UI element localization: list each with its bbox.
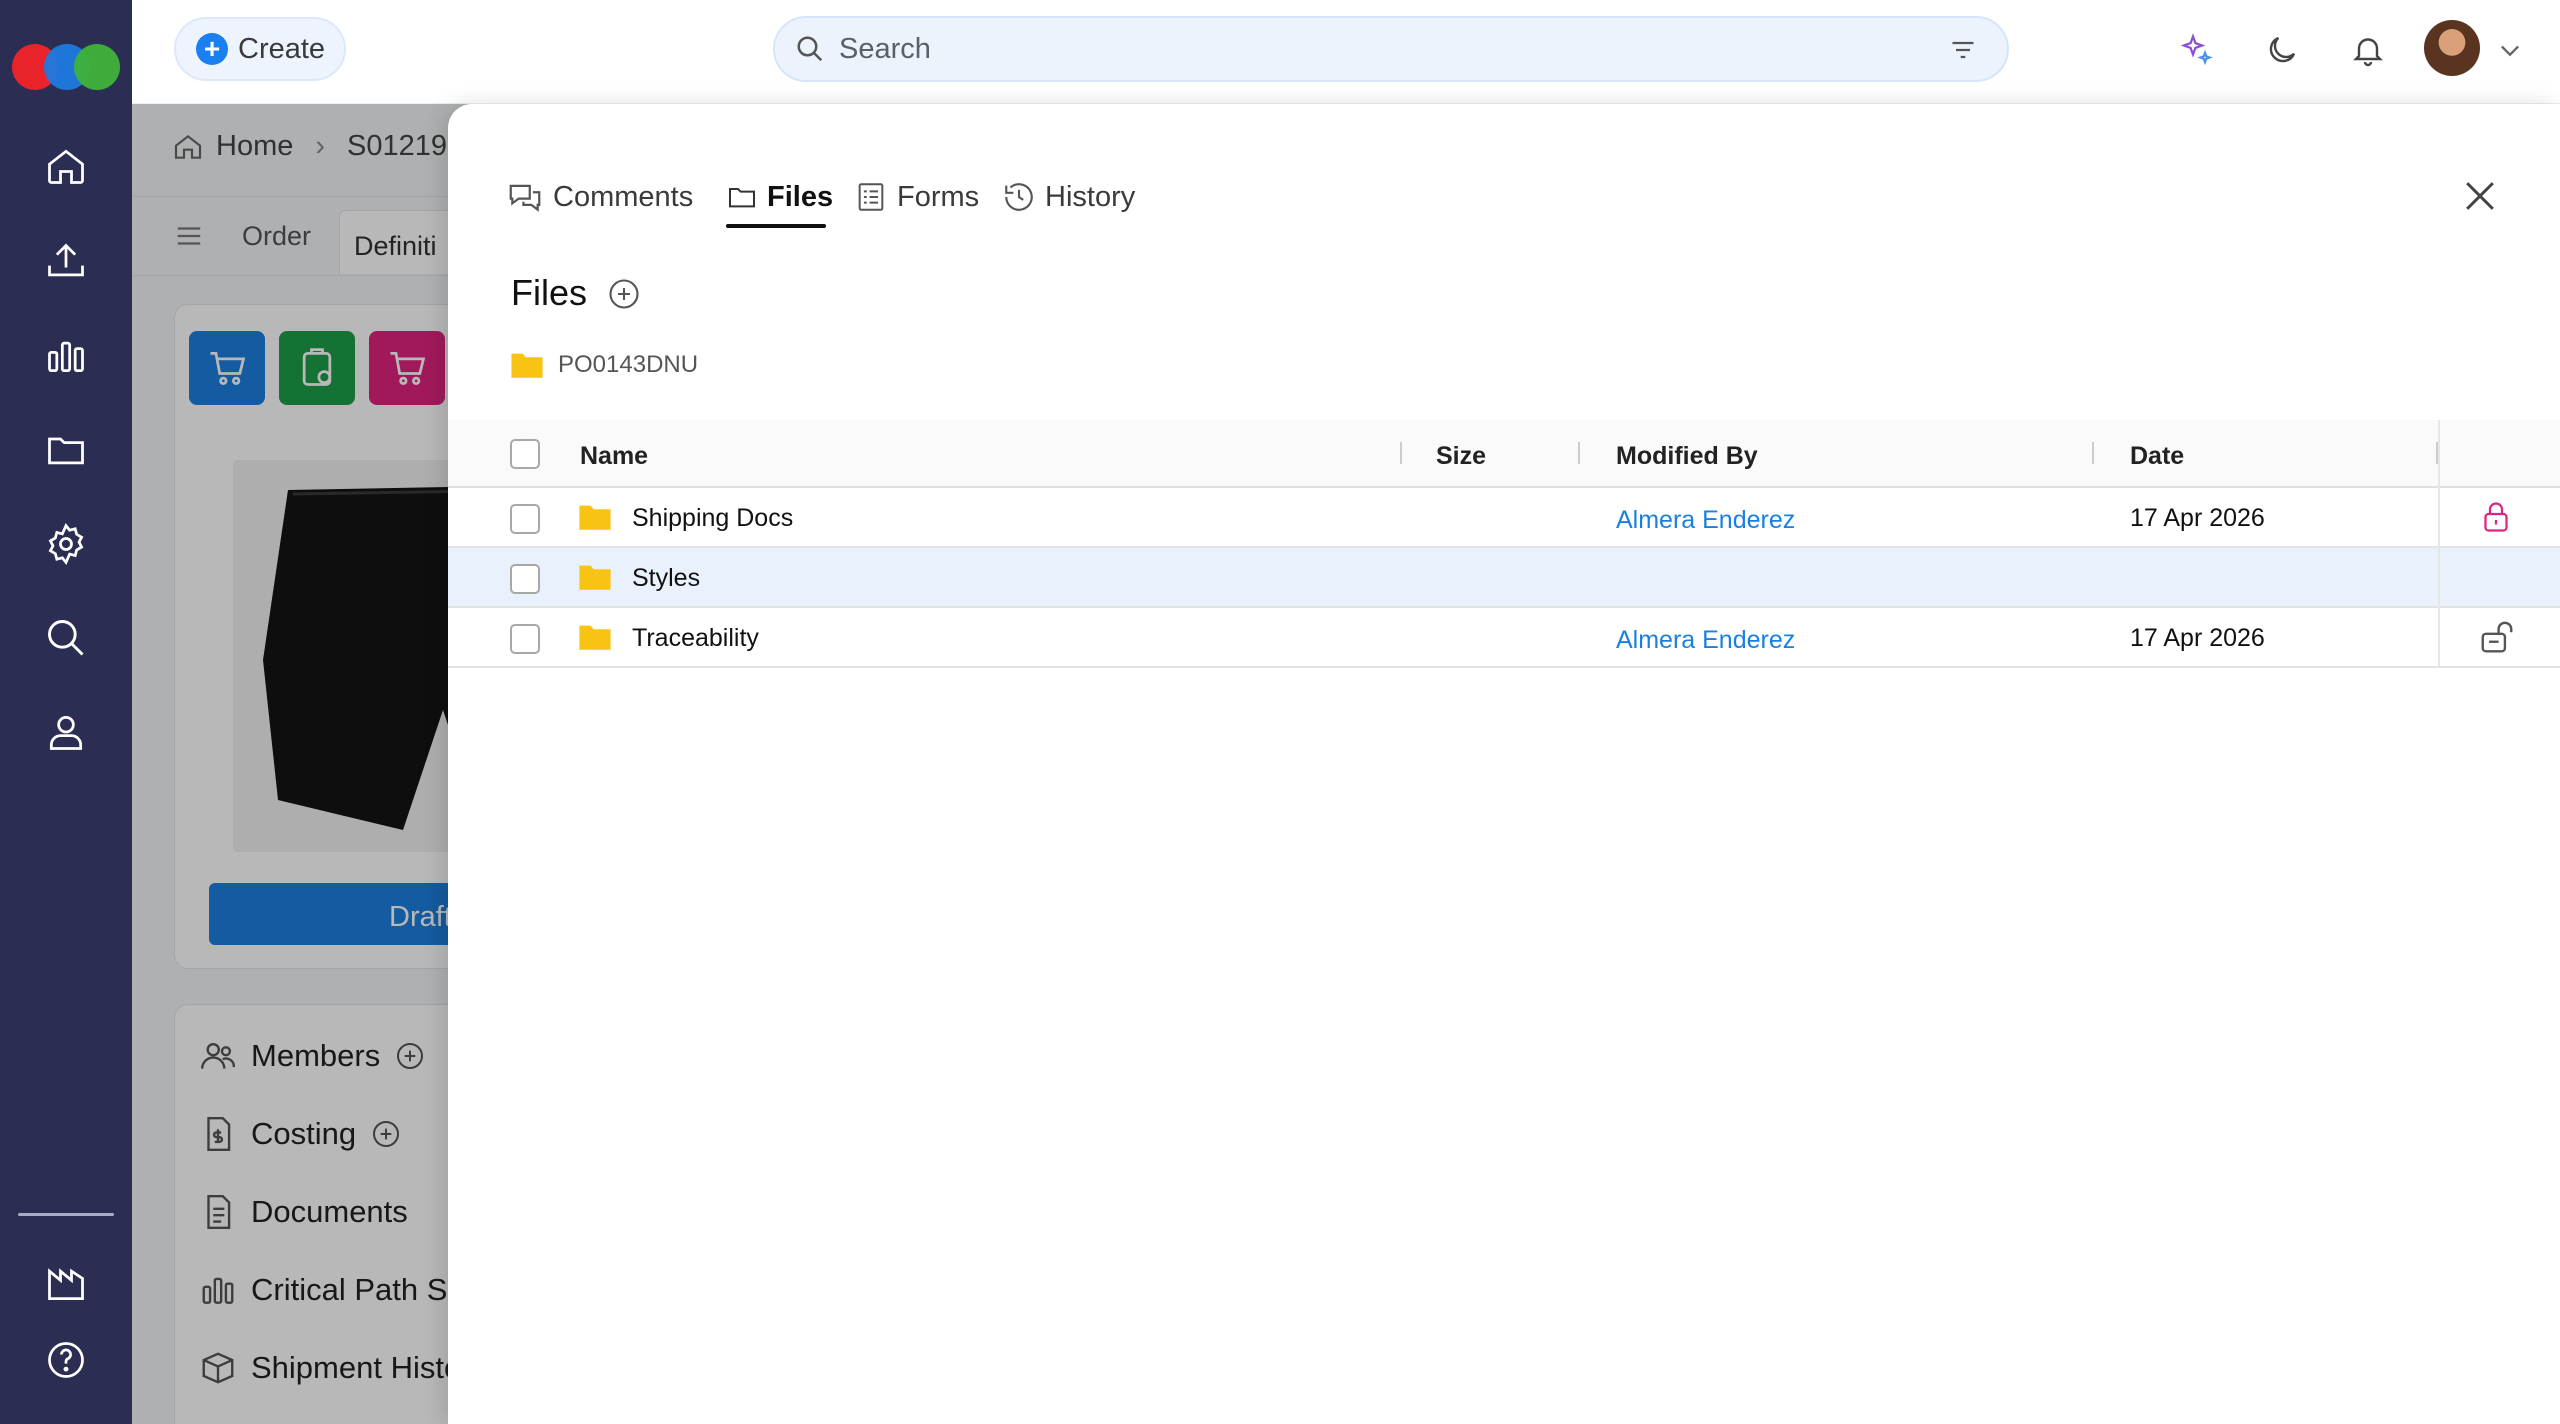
column-divider	[2438, 420, 2440, 668]
file-name[interactable]: Styles	[632, 564, 700, 593]
dark-mode-icon[interactable]	[2256, 24, 2308, 76]
left-nav	[0, 0, 132, 1424]
folder-icon	[579, 625, 611, 650]
files-panel: Comments Files Forms History Files PO014…	[448, 104, 2560, 1424]
tab-forms-label: Forms	[897, 180, 980, 213]
tab-files[interactable]: Files	[726, 174, 833, 220]
upload-icon[interactable]	[40, 236, 92, 288]
folder-icon	[579, 565, 611, 590]
tab-comments[interactable]: Comments	[506, 174, 693, 220]
history-icon	[1005, 183, 1033, 211]
folder-icon	[729, 188, 755, 208]
modified-by-link[interactable]: Almera Enderez	[1616, 506, 1795, 535]
help-icon[interactable]	[40, 1334, 92, 1386]
column-resizer[interactable]	[1578, 442, 1580, 464]
select-all-checkbox[interactable]	[510, 439, 540, 469]
lock-icon[interactable]	[2478, 498, 2514, 536]
gear-icon[interactable]	[40, 518, 92, 570]
table-row[interactable]: Styles	[448, 548, 2560, 608]
tab-comments-label: Comments	[553, 180, 694, 213]
row-checkbox[interactable]	[510, 564, 540, 594]
filter-icon[interactable]	[1949, 36, 1977, 64]
active-tab-indicator	[726, 224, 826, 228]
add-file-icon[interactable]	[606, 276, 642, 312]
home-icon[interactable]	[40, 140, 92, 192]
close-icon[interactable]	[2458, 174, 2502, 218]
column-header-name[interactable]: Name	[580, 442, 648, 471]
bell-icon[interactable]	[2342, 24, 2394, 76]
bar-chart-icon[interactable]	[40, 330, 92, 382]
search-icon[interactable]	[40, 612, 92, 664]
modified-date: 17 Apr 2026	[2130, 624, 2265, 652]
tab-files-label: Files	[767, 180, 834, 213]
table-row[interactable]: Shipping Docs Almera Enderez 17 Apr 2026	[448, 488, 2560, 548]
tab-history-label: History	[1045, 180, 1136, 213]
factory-icon[interactable]	[40, 1258, 92, 1310]
column-header-date[interactable]: Date	[2130, 442, 2184, 471]
folder-icon	[511, 353, 543, 378]
plus-icon: +	[196, 33, 228, 65]
row-checkbox[interactable]	[510, 624, 540, 654]
files-heading: Files	[511, 272, 588, 313]
files-table-header: Name Size Modified By Date	[448, 420, 2560, 488]
unlock-icon[interactable]	[2478, 618, 2516, 656]
search-icon	[795, 34, 825, 64]
row-checkbox[interactable]	[510, 504, 540, 534]
table-row[interactable]: Traceability Almera Enderez 17 Apr 2026	[448, 608, 2560, 668]
folder-path[interactable]: PO0143DNU	[510, 350, 698, 380]
comments-icon	[509, 184, 541, 212]
column-header-modified-by[interactable]: Modified By	[1616, 442, 1758, 471]
modified-date: 17 Apr 2026	[2130, 504, 2265, 532]
column-resizer[interactable]	[2092, 442, 2094, 464]
create-button[interactable]: + Create	[174, 17, 346, 81]
nav-divider	[18, 1213, 114, 1216]
form-icon	[858, 183, 884, 211]
app-logo[interactable]	[12, 44, 120, 90]
folder-path-label: PO0143DNU	[558, 351, 699, 378]
folder-icon	[579, 505, 611, 530]
top-bar: + Create	[132, 0, 2560, 104]
create-label: Create	[238, 32, 326, 65]
file-name[interactable]: Shipping Docs	[632, 504, 793, 533]
folder-icon[interactable]	[40, 424, 92, 476]
modified-by-link[interactable]: Almera Enderez	[1616, 626, 1795, 655]
avatar[interactable]	[2424, 20, 2480, 76]
search-input[interactable]	[839, 32, 1839, 66]
chevron-down-icon[interactable]	[2484, 24, 2536, 76]
file-name[interactable]: Traceability	[632, 624, 759, 653]
ai-sparkle-icon[interactable]	[2170, 24, 2222, 76]
tab-forms[interactable]: Forms	[854, 174, 979, 220]
user-icon[interactable]	[40, 706, 92, 758]
tab-history[interactable]: History	[1002, 174, 1135, 220]
column-resizer[interactable]	[1400, 442, 1402, 464]
column-header-size[interactable]: Size	[1436, 442, 1486, 471]
search-bar[interactable]	[773, 16, 2009, 82]
